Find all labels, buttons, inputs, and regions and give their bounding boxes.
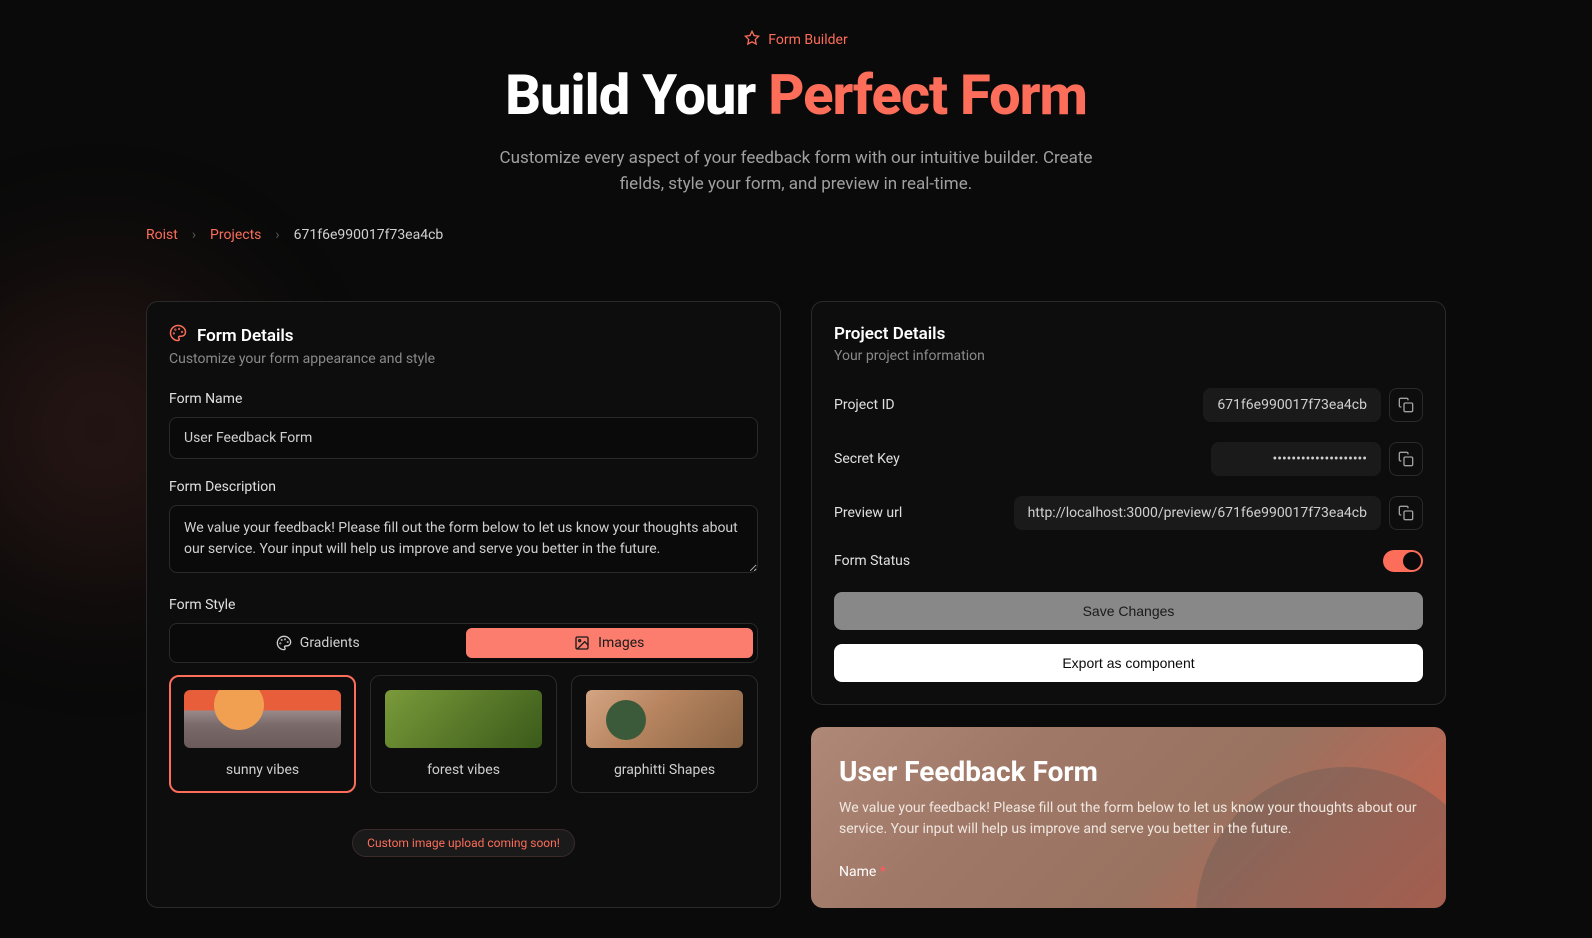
form-style-label: Form Style [169, 597, 758, 613]
preview-field-label: Name * [839, 864, 1418, 880]
page-title: Build Your Perfect Form [146, 62, 1446, 128]
style-option-graphitti[interactable]: graphitti Shapes [571, 675, 758, 793]
tab-gradients[interactable]: Gradients [174, 628, 462, 658]
header-badge-text: Form Builder [768, 32, 847, 48]
preview-form-title: User Feedback Form [839, 755, 1418, 788]
project-id-label: Project ID [834, 397, 895, 413]
palette-icon [169, 324, 187, 347]
style-preview-image [184, 690, 341, 748]
save-changes-button[interactable]: Save Changes [834, 592, 1423, 630]
breadcrumb-current: 671f6e990017f73ea4cb [294, 227, 444, 243]
breadcrumb: Roist › Projects › 671f6e990017f73ea4cb [146, 227, 1446, 243]
preview-url-label: Preview url [834, 505, 902, 521]
style-preview-image [586, 690, 743, 748]
form-preview-card: User Feedback Form We value your feedbac… [811, 727, 1446, 908]
form-status-label: Form Status [834, 553, 910, 569]
header-badge: Form Builder [146, 30, 1446, 50]
copy-project-id-button[interactable] [1389, 388, 1423, 422]
project-id-value: 671f6e990017f73ea4cb [1203, 388, 1381, 422]
secret-key-value: •••••••••••••••••••• [1211, 442, 1381, 476]
card-title: Project Details [834, 324, 1423, 344]
chevron-right-icon: › [192, 227, 196, 243]
form-name-input[interactable] [169, 417, 758, 459]
copy-url-button[interactable] [1389, 496, 1423, 530]
secret-key-label: Secret Key [834, 451, 900, 467]
form-status-toggle[interactable] [1383, 550, 1423, 572]
preview-form-desc: We value your feedback! Please fill out … [839, 798, 1418, 840]
page-subtitle: Customize every aspect of your feedback … [486, 146, 1106, 197]
card-subtitle: Your project information [834, 348, 1423, 364]
card-subtitle: Customize your form appearance and style [169, 351, 758, 367]
upload-coming-soon-badge: Custom image upload coming soon! [352, 829, 575, 857]
style-preview-image [385, 690, 542, 748]
project-details-card: Project Details Your project information… [811, 301, 1446, 705]
form-details-card: Form Details Customize your form appeara… [146, 301, 781, 908]
star-icon [744, 30, 760, 50]
copy-secret-button[interactable] [1389, 442, 1423, 476]
chevron-right-icon: › [275, 227, 279, 243]
style-tabs: Gradients Images [169, 623, 758, 663]
breadcrumb-link-roist[interactable]: Roist [146, 227, 178, 243]
export-component-button[interactable]: Export as component [834, 644, 1423, 682]
card-title: Form Details [169, 324, 758, 347]
style-option-sunny[interactable]: sunny vibes [169, 675, 356, 793]
breadcrumb-link-projects[interactable]: Projects [210, 227, 261, 243]
preview-url-value: http://localhost:3000/preview/671f6e9900… [1014, 496, 1381, 530]
tab-images[interactable]: Images [466, 628, 754, 658]
form-name-label: Form Name [169, 391, 758, 407]
style-option-forest[interactable]: forest vibes [370, 675, 557, 793]
form-desc-label: Form Description [169, 479, 758, 495]
form-desc-textarea[interactable] [169, 505, 758, 573]
